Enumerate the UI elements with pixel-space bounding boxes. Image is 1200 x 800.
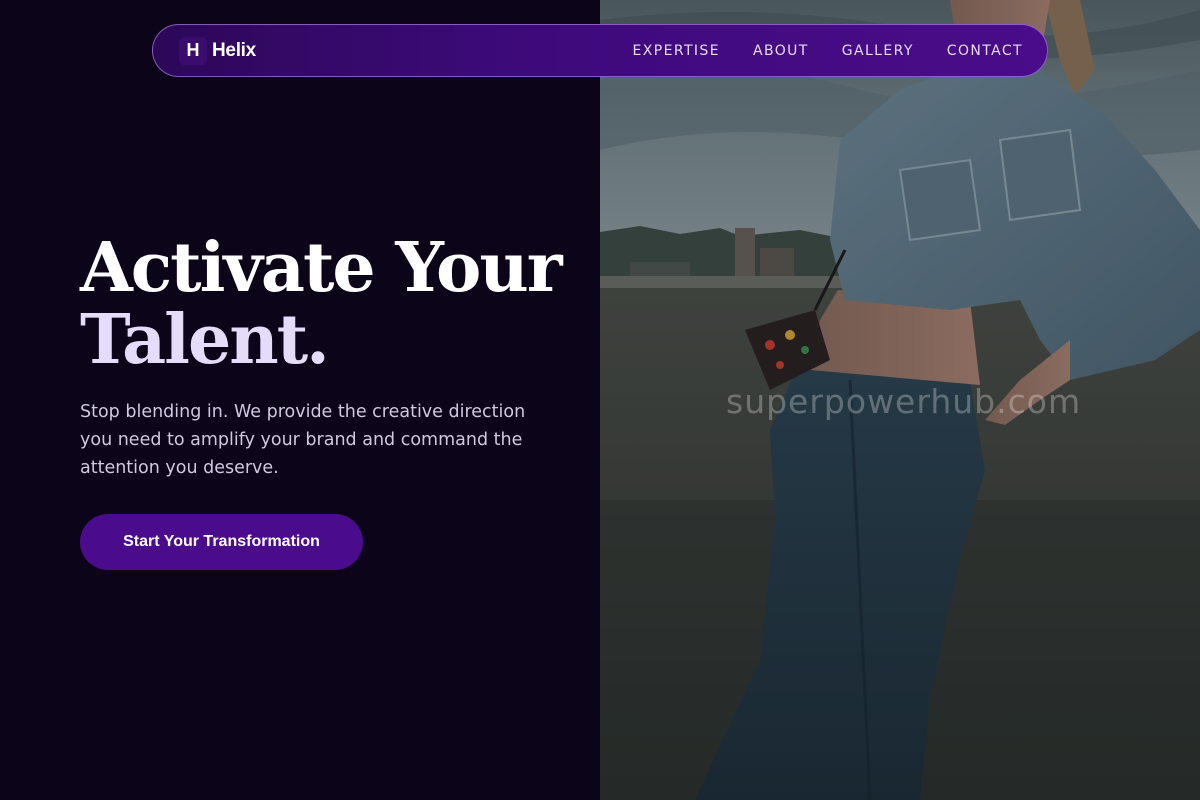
nav-link-about[interactable]: ABOUT xyxy=(753,43,809,59)
brand-name: Helix xyxy=(212,39,256,61)
hero-title-line-2: Talent. xyxy=(80,300,330,380)
start-transformation-button[interactable]: Start Your Transformation xyxy=(80,514,363,570)
hero-title-line-1: Activate Your xyxy=(80,228,563,308)
hero-subtitle: Stop blending in. We provide the creativ… xyxy=(80,402,526,478)
brand-logo[interactable]: H Helix xyxy=(179,36,256,65)
hero-title: Activate Your Talent. xyxy=(80,232,580,376)
nav-links: EXPERTISE ABOUT GALLERY CONTACT xyxy=(633,43,1023,59)
brand-mark-icon: H xyxy=(179,36,207,65)
hero-photo: superpowerhub.com xyxy=(600,0,1200,800)
nav-link-expertise[interactable]: EXPERTISE xyxy=(633,43,720,59)
nav-link-gallery[interactable]: GALLERY xyxy=(842,43,914,59)
watermark-text: superpowerhub.com xyxy=(726,382,1082,421)
top-navbar: H Helix EXPERTISE ABOUT GALLERY CONTACT xyxy=(152,24,1048,77)
nav-link-contact[interactable]: CONTACT xyxy=(947,43,1023,59)
